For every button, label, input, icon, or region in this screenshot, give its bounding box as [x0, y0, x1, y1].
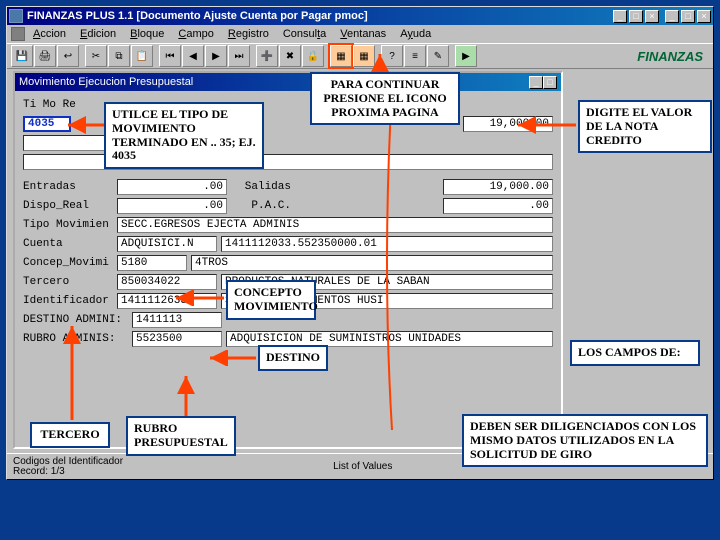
minimize-button[interactable]: _: [613, 10, 627, 23]
tipomov-label: Tipo Movimien: [23, 219, 113, 231]
doc-titlebar: Movimiento Ejecucion Presupuestal _ □: [15, 73, 561, 91]
tool-cut-icon[interactable]: ✂: [85, 45, 107, 67]
tool-save-icon[interactable]: 💾: [11, 45, 33, 67]
concep-label: Concep_Movimi: [23, 257, 113, 269]
blank-field-2[interactable]: [23, 154, 553, 170]
callout-tercero: TERCERO: [30, 422, 110, 448]
tool-help-icon[interactable]: ?: [381, 45, 403, 67]
salidas-field[interactable]: 19,000.00: [443, 179, 553, 195]
tipomov-field[interactable]: SECC.EGRESOS EJECTA ADMINIS: [117, 217, 553, 233]
menu-bloque[interactable]: Bloque: [124, 27, 170, 41]
callout-continuar: PARA CONTINUAR PRESIONE EL ICONO PROXIMA…: [310, 72, 460, 125]
app-icon: [9, 9, 23, 23]
brand-logo: FINANZAS: [637, 49, 709, 64]
app-title: FINANZAS PLUS 1.1 [Documento Ajuste Cuen…: [27, 10, 613, 22]
tool-last-icon[interactable]: ⏭: [228, 45, 250, 67]
dispo-label: Dispo_Real: [23, 200, 113, 212]
menu-ayuda[interactable]: Ayuda: [394, 27, 437, 41]
tool-prev-page-icon[interactable]: ▦: [353, 45, 375, 67]
tool-paste-icon[interactable]: 📋: [131, 45, 153, 67]
identi-field[interactable]: 1411112633: [117, 293, 217, 309]
rubro-field[interactable]: 5523500: [132, 331, 222, 347]
close-button[interactable]: ×: [645, 10, 659, 23]
tipo-mov-field[interactable]: 4035: [23, 116, 71, 132]
salidas-label: Salidas: [231, 181, 291, 193]
tool-insert-icon[interactable]: ➕: [256, 45, 278, 67]
concep-text-field[interactable]: 4TROS: [191, 255, 553, 271]
cuenta-label: Cuenta: [23, 238, 113, 250]
tercero-field[interactable]: 850034022: [117, 274, 217, 290]
menu-registro[interactable]: Registro: [222, 27, 275, 41]
callout-rubro: RUBRO PRESUPUESTAL: [126, 416, 236, 456]
tool-prev-icon[interactable]: ◀: [182, 45, 204, 67]
doc-close-button[interactable]: ×: [697, 10, 711, 23]
menu-campo[interactable]: Campo: [172, 27, 219, 41]
cuenta-code-field[interactable]: 1411112033.552350000.01: [221, 236, 553, 252]
pac-field[interactable]: .00: [443, 198, 553, 214]
doc-max-icon[interactable]: □: [543, 76, 557, 89]
menu-consulta[interactable]: Consulta: [277, 27, 332, 41]
tool-run-icon[interactable]: ▶: [455, 45, 477, 67]
cuenta-field[interactable]: ADQUISICI.N: [117, 236, 217, 252]
doc-maximize-button[interactable]: □: [681, 10, 695, 23]
titlebar: FINANZAS PLUS 1.1 [Documento Ajuste Cuen…: [7, 7, 713, 25]
tool-edit-icon[interactable]: ✎: [427, 45, 449, 67]
tool-list-icon[interactable]: ≡: [404, 45, 426, 67]
dispo-field[interactable]: .00: [117, 198, 227, 214]
callout-tipo: UTILCE EL TIPO DE MOVIMIENTO TERMINADO E…: [104, 102, 264, 169]
destino-field[interactable]: 1411113: [132, 312, 222, 328]
document-window: Movimiento Ejecucion Presupuestal _ □ Ti…: [13, 71, 563, 449]
header-labels: Ti Mo Re: [23, 99, 76, 111]
doc-minimize-button[interactable]: _: [665, 10, 679, 23]
tool-print-icon[interactable]: 🖨: [34, 45, 56, 67]
callout-campos: LOS CAMPOS DE:: [570, 340, 700, 366]
status-right: List of Values: [333, 461, 392, 472]
pac-label: P.A.C.: [231, 200, 291, 212]
maximize-button[interactable]: □: [629, 10, 643, 23]
tool-first-icon[interactable]: ⏮: [159, 45, 181, 67]
system-menu-icon[interactable]: [11, 27, 25, 41]
callout-concepto: CONCEPTO MOVIMIENTO: [226, 280, 316, 320]
tool-next-page-icon[interactable]: ▦: [330, 45, 352, 67]
doc-min-icon[interactable]: _: [529, 76, 543, 89]
tool-delete-icon[interactable]: ✖: [279, 45, 301, 67]
tool-next-icon[interactable]: ▶: [205, 45, 227, 67]
destino-label: DESTINO ADMINI:: [23, 314, 128, 326]
entradas-label: Entradas: [23, 181, 113, 193]
menubar: Accion Edicion Bloque Campo Registro Con…: [7, 25, 713, 43]
callout-valor: DIGITE EL VALOR DE LA NOTA CREDITO: [578, 100, 712, 153]
status-record: Record: 1/3: [13, 467, 123, 477]
toolbar: 💾 🖨 ↩ ✂ ⧉ 📋 ⏮ ◀ ▶ ⏭ ➕ ✖ 🔒 ▦ ▦ ? ≡ ✎ ▶ FI…: [7, 43, 713, 69]
tool-copy-icon[interactable]: ⧉: [108, 45, 130, 67]
concep-field[interactable]: 5180: [117, 255, 187, 271]
tool-lock-icon[interactable]: 🔒: [302, 45, 324, 67]
identi-label: Identificador: [23, 295, 113, 307]
entradas-field[interactable]: .00: [117, 179, 227, 195]
valor-field[interactable]: 19,000.00: [463, 116, 553, 132]
status-left: Codigos del Identificador: [13, 457, 123, 467]
menu-ventanas[interactable]: Ventanas: [334, 27, 392, 41]
callout-diligenciados: DEBEN SER DILIGENCIADOS CON LOS MISMO DA…: [462, 414, 708, 467]
header-row: Ti Mo Re: [23, 95, 553, 114]
callout-destino: DESTINO: [258, 345, 328, 371]
tercero-label: Tercero: [23, 276, 113, 288]
menu-accion[interactable]: Accion: [27, 27, 72, 41]
rubro-label: RUBRO ADMINIS:: [23, 333, 128, 345]
menu-edicion[interactable]: Edicion: [74, 27, 122, 41]
tool-exit-icon[interactable]: ↩: [57, 45, 79, 67]
